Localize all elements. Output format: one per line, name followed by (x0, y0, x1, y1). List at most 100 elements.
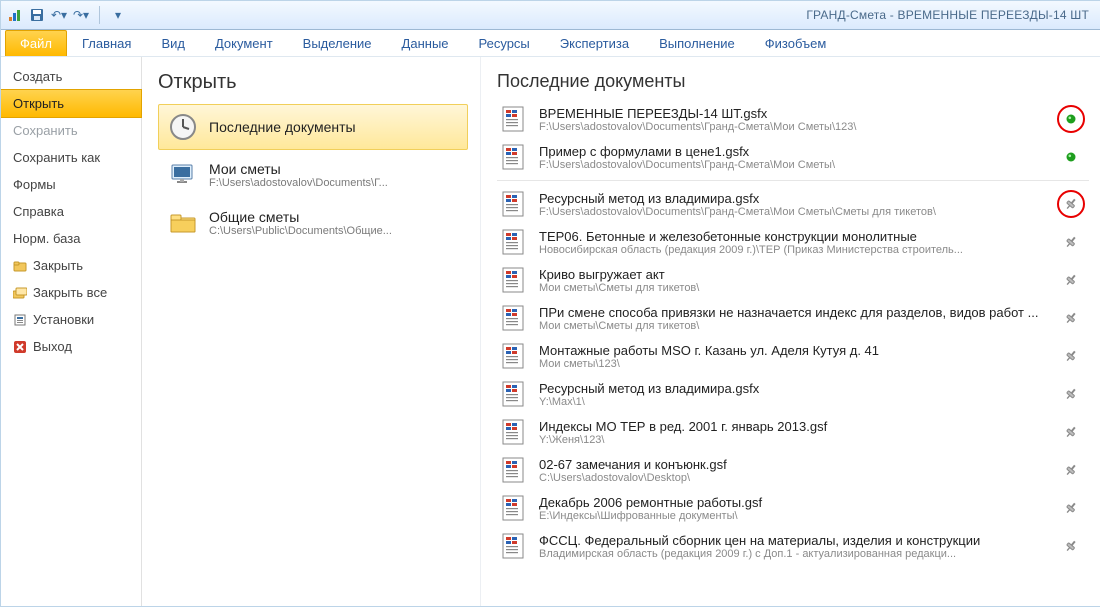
folder-icon (167, 207, 199, 239)
exit-icon (13, 340, 27, 354)
recent-doc-title: ФССЦ. Федеральный сборник цен на материа… (539, 533, 1047, 548)
recent-doc-row[interactable]: ФССЦ. Федеральный сборник цен на материа… (497, 527, 1089, 565)
menu-close-label: Закрыть (33, 258, 83, 273)
pin-icon[interactable] (1057, 348, 1085, 364)
quick-access-toolbar: ↶▾ ↷▾ ▾ (7, 6, 126, 24)
recent-doc-row[interactable]: Ресурсный метод из владимира.gsfx F:\Use… (497, 185, 1089, 223)
pin-icon[interactable] (1057, 386, 1085, 402)
recent-doc-path: Мои сметы\123\ (539, 358, 1047, 370)
document-icon (497, 103, 529, 135)
recent-doc-title: Монтажные работы MSO г. Казань ул. Аделя… (539, 343, 1047, 358)
menu-saveas-label: Сохранить как (13, 150, 100, 165)
open-shared-path: C:\Users\Public\Documents\Общие... (209, 225, 459, 237)
recent-doc-title: Криво выгружает акт (539, 267, 1047, 282)
menu-forms-label: Формы (13, 177, 56, 192)
tab-resources[interactable]: Ресурсы (464, 30, 545, 57)
open-shared-smety[interactable]: Общие сметы C:\Users\Public\Documents\Об… (158, 200, 468, 246)
backstage-menu: Создать Открыть Сохранить Сохранить как … (1, 57, 142, 607)
document-icon (497, 264, 529, 296)
menu-setup-label: Установки (33, 312, 94, 327)
recent-doc-path: F:\Users\adostovalov\Documents\Гранд-Сме… (539, 159, 1047, 171)
undo-icon[interactable]: ↶▾ (51, 7, 67, 23)
recent-doc-row[interactable]: Пример с формулами в цене1.gsfx F:\Users… (497, 138, 1089, 176)
tab-data[interactable]: Данные (387, 30, 464, 57)
pin-icon[interactable] (1057, 151, 1085, 163)
tab-home[interactable]: Главная (67, 30, 146, 57)
pin-icon[interactable] (1057, 234, 1085, 250)
recent-doc-row[interactable]: ВРЕМЕННЫЕ ПЕРЕЕЗДЫ-14 ШТ.gsfx F:\Users\a… (497, 100, 1089, 138)
file-tab[interactable]: Файл (5, 30, 67, 56)
menu-setup[interactable]: Установки (1, 306, 141, 333)
save-icon[interactable] (29, 7, 45, 23)
recent-doc-path: Y:\Max\1\ (539, 396, 1047, 408)
recent-doc-row[interactable]: ПРи смене способа привязки не назначаетс… (497, 299, 1089, 337)
menu-exit-label: Выход (33, 339, 72, 354)
open-panel-title: Открыть (158, 71, 468, 94)
separator (99, 6, 100, 24)
recent-documents-list: ВРЕМЕННЫЕ ПЕРЕЕЗДЫ-14 ШТ.gsfx F:\Users\a… (497, 100, 1089, 565)
recent-doc-row[interactable]: Ресурсный метод из владимира.gsfx Y:\Max… (497, 375, 1089, 413)
menu-norm-base[interactable]: Норм. база (1, 225, 141, 252)
menu-save-label: Сохранить (13, 123, 78, 138)
recent-doc-path: C:\Users\adostovalov\Desktop\ (539, 472, 1047, 484)
recent-doc-row[interactable]: Индексы МО ТЕР в ред. 2001 г. январь 201… (497, 413, 1089, 451)
recent-doc-path: Мои сметы\Сметы для тикетов\ (539, 320, 1047, 332)
menu-close-all[interactable]: Закрыть все (1, 279, 141, 306)
menu-create[interactable]: Создать (1, 63, 141, 90)
tab-physvolume[interactable]: Физобъем (750, 30, 842, 57)
recent-doc-title: 02-67 замечания и конъюнк.gsf (539, 457, 1047, 472)
recent-doc-row[interactable]: Декабрь 2006 ремонтные работы.gsf E:\Инд… (497, 489, 1089, 527)
pin-icon[interactable] (1057, 310, 1085, 326)
document-icon (497, 141, 529, 173)
redo-icon[interactable]: ↷▾ (73, 7, 89, 23)
recent-doc-title: ПРи смене способа привязки не назначаетс… (539, 305, 1047, 320)
tab-execution[interactable]: Выполнение (644, 30, 750, 57)
menu-forms[interactable]: Формы (1, 171, 141, 198)
recent-doc-path: Мои сметы\Сметы для тикетов\ (539, 282, 1047, 294)
menu-normbase-label: Норм. база (13, 231, 80, 246)
pc-icon (167, 159, 199, 191)
app-window: ↶▾ ↷▾ ▾ ГРАНД-Смета - ВРЕМЕННЫЕ ПЕРЕЕЗДЫ… (0, 0, 1100, 607)
document-icon (497, 302, 529, 334)
folder-icon (13, 259, 27, 273)
document-icon (497, 340, 529, 372)
recent-doc-title: ТЕР06. Бетонные и железобетонные констру… (539, 229, 1047, 244)
recent-doc-title: Декабрь 2006 ремонтные работы.gsf (539, 495, 1047, 510)
menu-save-as[interactable]: Сохранить как (1, 144, 141, 171)
tab-expertise[interactable]: Экспертиза (545, 30, 644, 57)
recent-doc-row[interactable]: ТЕР06. Бетонные и железобетонные констру… (497, 223, 1089, 261)
recent-doc-path: Новосибирская область (редакция 2009 г.)… (539, 244, 1047, 256)
open-my-smety-path: F:\Users\adostovalov\Documents\Г... (209, 177, 459, 189)
tab-document[interactable]: Документ (200, 30, 288, 57)
document-icon (497, 492, 529, 524)
menu-closeall-label: Закрыть все (33, 285, 107, 300)
pin-icon[interactable] (1057, 424, 1085, 440)
document-icon (497, 454, 529, 486)
recent-documents-title: Последние документы (497, 71, 1089, 92)
tab-selection[interactable]: Выделение (288, 30, 387, 57)
menu-close[interactable]: Закрыть (1, 252, 141, 279)
menu-help[interactable]: Справка (1, 198, 141, 225)
open-my-smety[interactable]: Мои сметы F:\Users\adostovalov\Documents… (158, 152, 468, 198)
menu-help-label: Справка (13, 204, 64, 219)
recent-doc-row[interactable]: 02-67 замечания и конъюнк.gsf C:\Users\a… (497, 451, 1089, 489)
open-recent-documents[interactable]: Последние документы (158, 104, 468, 150)
pin-icon[interactable] (1057, 113, 1085, 125)
menu-open-label: Открыть (13, 96, 64, 111)
recent-doc-path: Y:\Женя\123\ (539, 434, 1047, 446)
pin-icon[interactable] (1057, 538, 1085, 554)
menu-open[interactable]: Открыть (0, 89, 142, 118)
recent-doc-row[interactable]: Монтажные работы MSO г. Казань ул. Аделя… (497, 337, 1089, 375)
pin-icon[interactable] (1057, 196, 1085, 212)
pin-icon[interactable] (1057, 462, 1085, 478)
open-recent-label: Последние документы (209, 119, 459, 135)
document-icon (497, 226, 529, 258)
recent-doc-title: Индексы МО ТЕР в ред. 2001 г. январь 201… (539, 419, 1047, 434)
tab-view[interactable]: Вид (146, 30, 200, 57)
qat-customize-icon[interactable]: ▾ (110, 7, 126, 23)
menu-exit[interactable]: Выход (1, 333, 141, 360)
pin-icon[interactable] (1057, 500, 1085, 516)
pin-icon[interactable] (1057, 272, 1085, 288)
separator (497, 180, 1089, 181)
recent-doc-row[interactable]: Криво выгружает акт Мои сметы\Сметы для … (497, 261, 1089, 299)
